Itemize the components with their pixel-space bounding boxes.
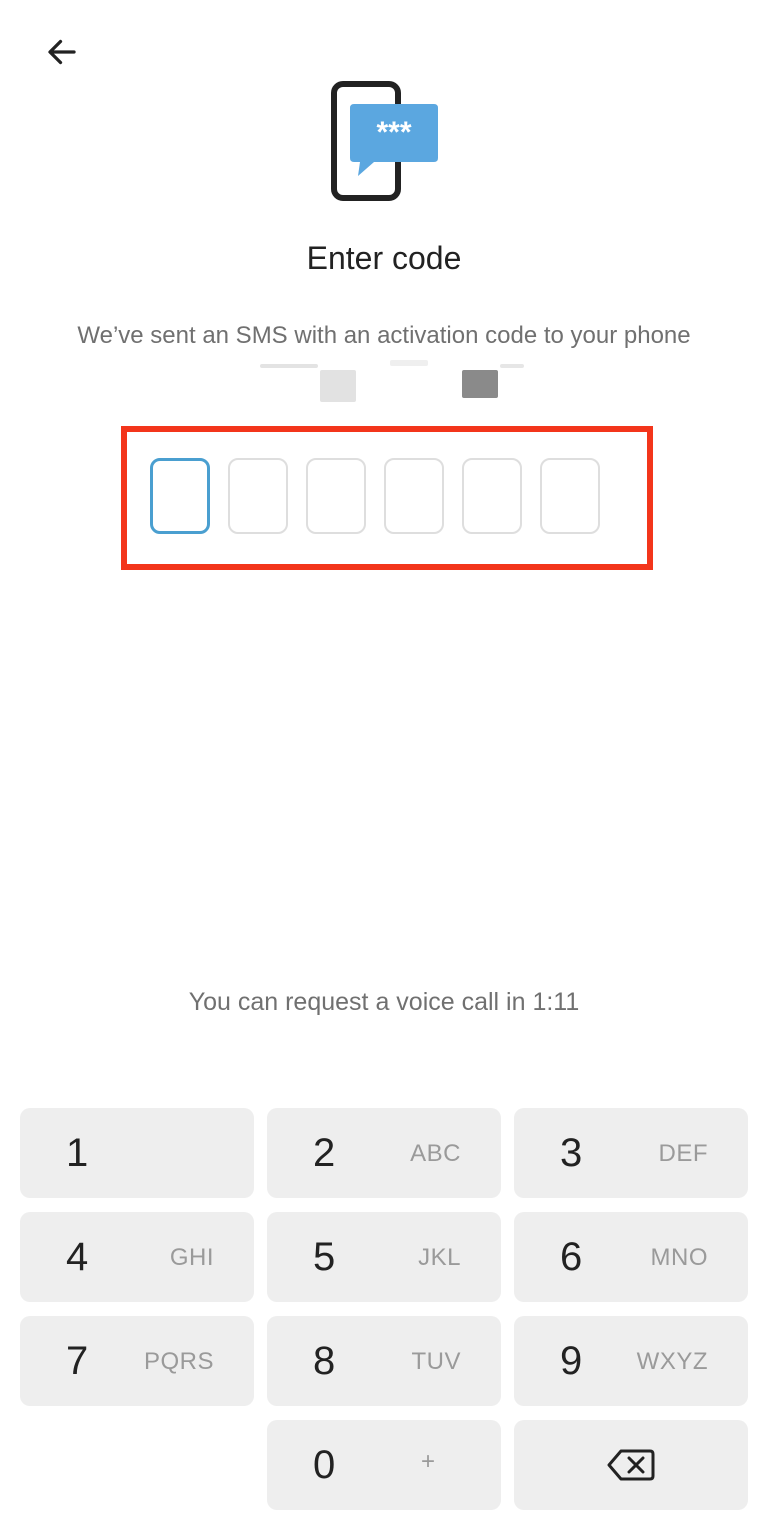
key-digit: 1 — [66, 1131, 89, 1175]
phone-sms-code-icon: *** — [331, 81, 438, 201]
key-5[interactable]: 5 JKL — [267, 1212, 501, 1302]
key-letters: MNO — [650, 1244, 708, 1271]
key-9[interactable]: 9 WXYZ — [514, 1316, 748, 1406]
key-8[interactable]: 8 TUV — [267, 1316, 501, 1406]
key-digit: 9 — [560, 1339, 583, 1383]
key-4[interactable]: 4 GHI — [20, 1212, 254, 1302]
key-digit: 4 — [66, 1235, 89, 1279]
code-digit-3[interactable] — [306, 458, 366, 534]
key-digit: 5 — [313, 1235, 336, 1279]
code-digit-6[interactable] — [540, 458, 600, 534]
key-letters: PQRS — [143, 1348, 214, 1375]
key-letters: ABC — [410, 1140, 461, 1167]
key-letters: TUV — [411, 1348, 461, 1375]
page-subtitle: We’ve sent an SMS with an activation cod… — [77, 322, 691, 349]
key-letters: GHI — [169, 1244, 214, 1271]
key-3[interactable]: 3 DEF — [514, 1108, 748, 1198]
key-0[interactable]: 0 + — [267, 1420, 501, 1510]
key-digit: 0 — [313, 1443, 336, 1487]
key-letters: DEF — [658, 1140, 708, 1167]
arrow-left-icon — [48, 39, 76, 65]
key-2[interactable]: 2 ABC — [267, 1108, 501, 1198]
key-1[interactable]: 1 — [20, 1108, 254, 1198]
code-digit-2[interactable] — [228, 458, 288, 534]
key-digit: 3 — [560, 1131, 583, 1175]
code-digit-4[interactable] — [384, 458, 444, 534]
key-digit: 7 — [66, 1339, 89, 1383]
code-digit-1[interactable] — [150, 458, 210, 534]
page-title: Enter code — [306, 240, 462, 276]
redacted-phone-number — [250, 356, 530, 402]
key-letters: JKL — [418, 1244, 461, 1271]
key-letters: WXYZ — [636, 1348, 708, 1375]
back-button[interactable] — [38, 28, 86, 76]
backspace-icon — [607, 1449, 655, 1481]
key-6[interactable]: 6 MNO — [514, 1212, 748, 1302]
voice-call-timer-text: You can request a voice call in 1:11 — [188, 988, 580, 1016]
hero-bubble-text: *** — [376, 116, 411, 149]
key-plus-label: + — [421, 1448, 436, 1475]
key-backspace[interactable] — [514, 1420, 748, 1510]
key-digit: 8 — [313, 1339, 336, 1383]
code-input-row — [150, 458, 600, 534]
key-digit: 2 — [313, 1131, 336, 1175]
key-digit: 6 — [560, 1235, 583, 1279]
code-digit-5[interactable] — [462, 458, 522, 534]
numeric-keypad: 1 2 ABC 3 DEF 4 GHI 5 JKL 6 MNO 7 PQRS 8 — [0, 1088, 768, 1540]
key-7[interactable]: 7 PQRS — [20, 1316, 254, 1406]
enter-code-screen: *** Enter code We’ve sent an SMS with an… — [0, 0, 768, 1540]
